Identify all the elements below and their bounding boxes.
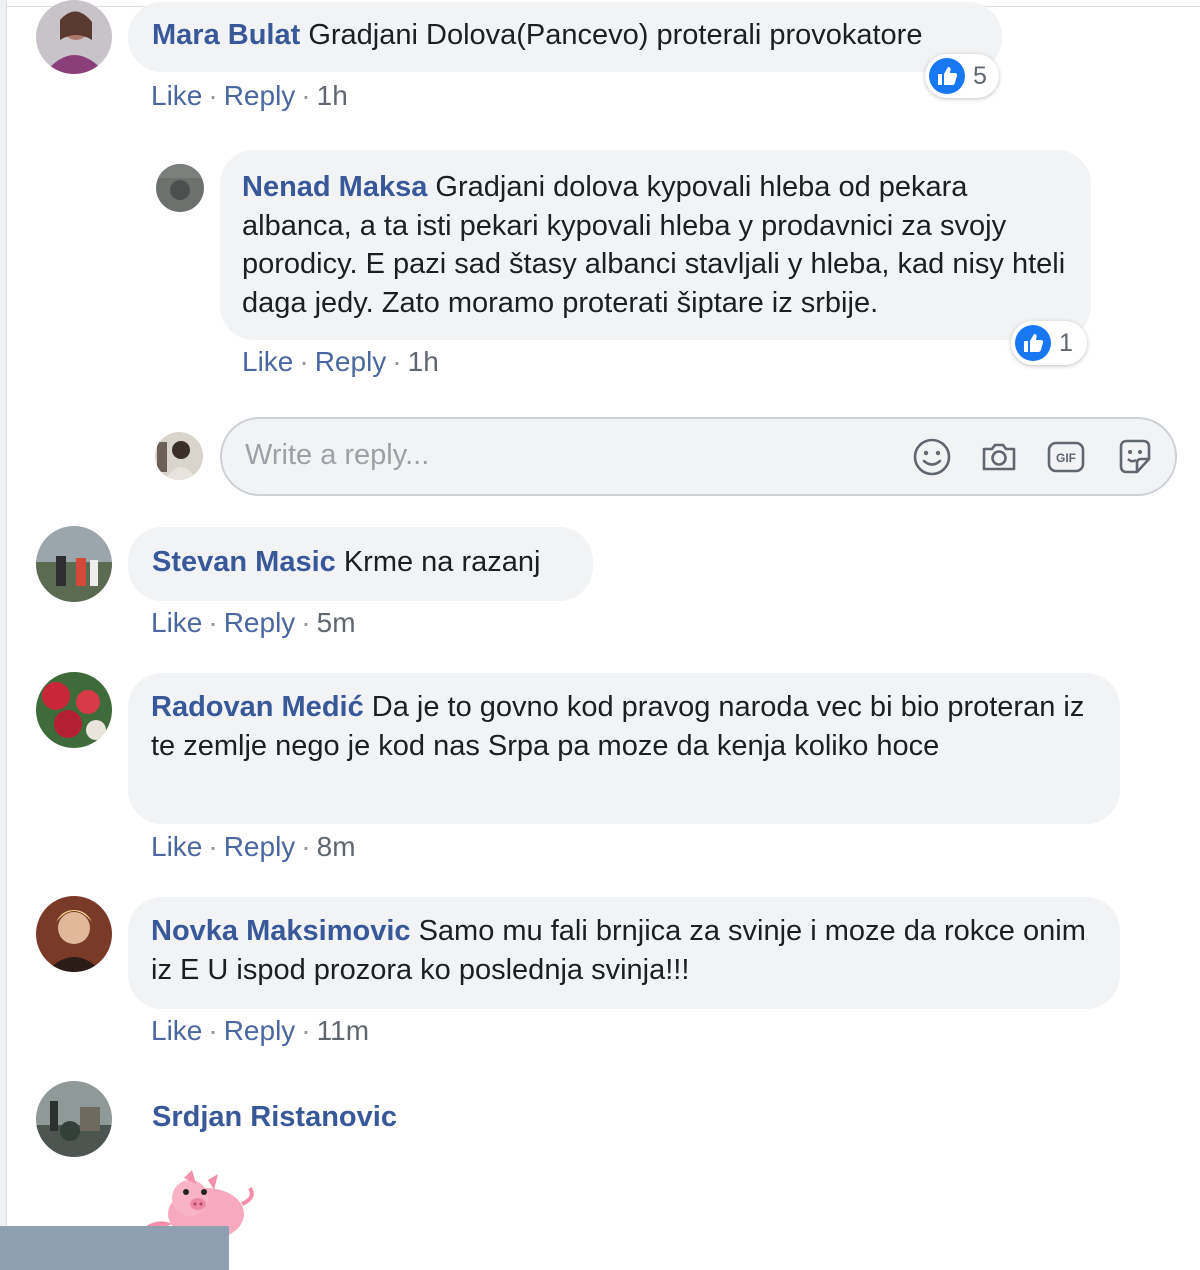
current-user-avatar: [155, 432, 203, 480]
smile-icon[interactable]: [912, 437, 952, 477]
like-link[interactable]: Like: [242, 346, 293, 377]
like-reaction-icon: [1015, 325, 1051, 361]
comment-author[interactable]: Mara Bulat: [152, 19, 300, 51]
comment-bubble: Radovan Medić Da je to govno kod pravog …: [128, 673, 1120, 824]
comment-actions: Like · Reply · 8m: [151, 831, 356, 862]
comment-text: Gradjani Dolova(Pancevo) proterali provo…: [308, 19, 923, 51]
reply-link[interactable]: Reply: [315, 346, 387, 377]
like-reaction-icon: [929, 58, 965, 94]
reaction-number: 5: [973, 61, 987, 90]
reply-placeholder: Write a reply...: [245, 439, 430, 471]
chat-bar[interactable]: [0, 1226, 229, 1270]
like-link[interactable]: Like: [151, 831, 202, 862]
reply-link[interactable]: Reply: [224, 1015, 296, 1046]
comment-author[interactable]: Radovan Medić: [151, 691, 364, 723]
svg-text:GIF: GIF: [1056, 451, 1076, 465]
comment-author[interactable]: Srdjan Ristanovic: [152, 1101, 397, 1134]
avatar[interactable]: [156, 164, 204, 212]
comment-author[interactable]: Novka Maksimovic: [151, 915, 411, 947]
avatar[interactable]: [36, 526, 112, 602]
reply-link[interactable]: Reply: [224, 80, 296, 111]
avatar[interactable]: [36, 0, 112, 74]
comment-bubble: Novka Maksimovic Samo mu fali brnjica za…: [128, 897, 1120, 1009]
reaction-count[interactable]: 1: [1011, 321, 1087, 365]
avatar[interactable]: [36, 896, 112, 972]
comment-actions: Like · Reply · 5m: [151, 607, 356, 638]
avatar[interactable]: [36, 672, 112, 748]
reaction-number: 1: [1059, 328, 1073, 357]
like-link[interactable]: Like: [151, 80, 202, 111]
comment-time[interactable]: 1h: [317, 80, 348, 111]
comment-bubble: Stevan Masic Krme na razanj: [128, 527, 593, 601]
like-link[interactable]: Like: [151, 607, 202, 638]
comment-actions: Like · Reply · 1h: [151, 80, 348, 111]
comment-time[interactable]: 8m: [317, 831, 356, 862]
comment-actions: Like · Reply · 11m: [151, 1015, 370, 1046]
avatar[interactable]: [36, 1081, 112, 1157]
gif-icon[interactable]: GIF: [1046, 437, 1086, 477]
reply-input[interactable]: Write a reply... GIF: [220, 417, 1177, 496]
comment-author[interactable]: Stevan Masic: [152, 546, 336, 578]
comment-author[interactable]: Nenad Maksa: [242, 171, 427, 203]
sticker-icon[interactable]: [1115, 437, 1155, 477]
comment-bubble: Mara Bulat Gradjani Dolova(Pancevo) prot…: [128, 2, 1002, 72]
comment-text: Krme na razanj: [343, 546, 541, 578]
reply-link[interactable]: Reply: [224, 607, 296, 638]
comment-actions: Like · Reply · 1h: [242, 346, 439, 377]
reply-link[interactable]: Reply: [224, 831, 296, 862]
comment-time[interactable]: 11m: [317, 1015, 369, 1046]
comment-time[interactable]: 1h: [408, 346, 439, 377]
camera-icon[interactable]: [979, 437, 1019, 477]
reaction-count[interactable]: 5: [925, 54, 999, 98]
comment-time[interactable]: 5m: [317, 607, 356, 638]
left-divider: [0, 0, 7, 1270]
like-link[interactable]: Like: [151, 1015, 202, 1046]
comment-bubble: Nenad Maksa Gradjani dolova kypovali hle…: [220, 150, 1091, 340]
